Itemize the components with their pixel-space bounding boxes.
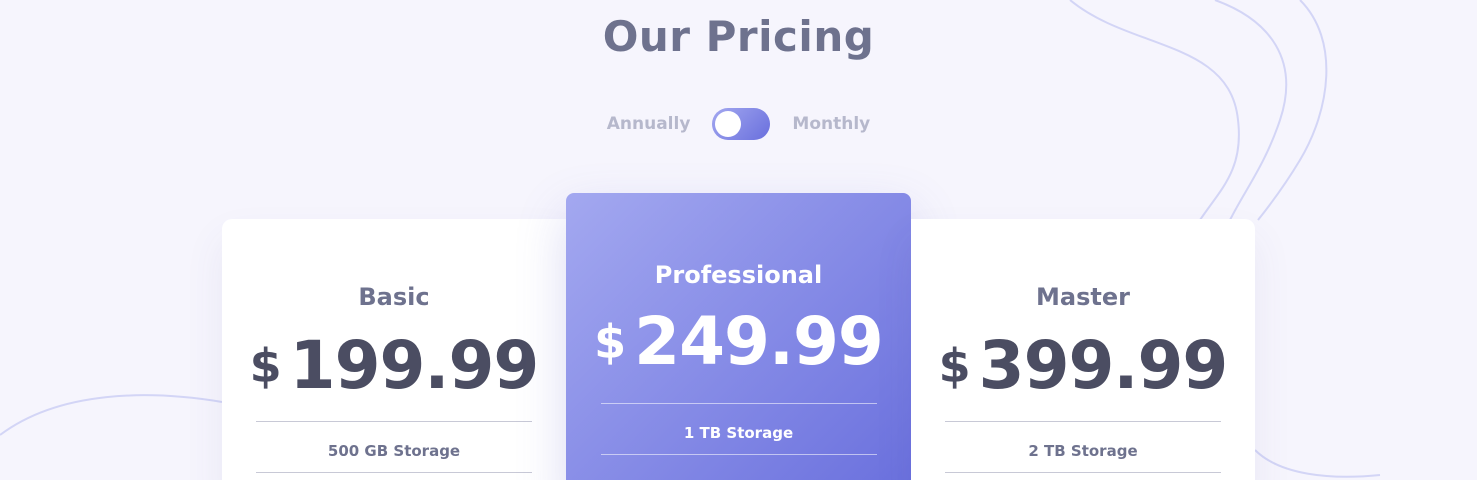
plan-price: $ 199.99 <box>222 333 566 399</box>
currency-symbol: $ <box>594 315 627 369</box>
divider <box>600 454 877 455</box>
plan-name: Professional <box>654 261 823 289</box>
billing-toggle-row: Annually Monthly <box>0 108 1477 140</box>
currency-symbol: $ <box>938 339 971 393</box>
price-amount: 199.99 <box>289 327 540 404</box>
monthly-label[interactable]: Monthly <box>792 114 870 134</box>
feature-storage: 500 GB Storage <box>327 442 461 460</box>
divider <box>945 472 1221 473</box>
divider <box>256 472 532 473</box>
pricing-card-master: Master $ 399.99 2 TB Storage <box>911 219 1255 480</box>
currency-symbol: $ <box>249 339 282 393</box>
billing-toggle-switch[interactable] <box>712 108 771 140</box>
page-title: Our Pricing <box>602 12 875 61</box>
plan-name: Master <box>1036 283 1130 311</box>
annually-label[interactable]: Annually <box>607 114 691 134</box>
price-amount: 249.99 <box>634 303 884 380</box>
plan-price: $ 249.99 <box>566 309 911 375</box>
pricing-card-professional: Professional $ 249.99 1 TB Storage <box>566 193 911 480</box>
pricing-card-basic: Basic $ 199.99 500 GB Storage <box>222 219 566 480</box>
toggle-knob <box>715 111 742 137</box>
plan-name: Basic <box>358 283 430 311</box>
plan-price: $ 399.99 <box>911 333 1255 399</box>
feature-storage: 1 TB Storage <box>683 424 794 442</box>
price-amount: 399.99 <box>978 327 1229 404</box>
feature-storage: 2 TB Storage <box>1028 442 1138 460</box>
